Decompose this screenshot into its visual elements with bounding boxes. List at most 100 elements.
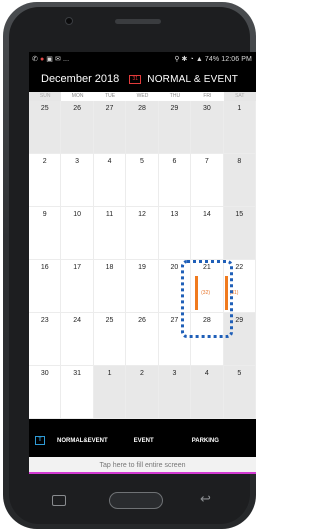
day-cell[interactable]: 26 bbox=[61, 101, 94, 154]
calendar-icon[interactable]: 31 bbox=[129, 74, 142, 84]
day-number: 2 bbox=[42, 158, 47, 165]
day-number: 3 bbox=[172, 370, 177, 377]
day-cell[interactable]: 21 (32) bbox=[191, 260, 224, 313]
day-cell[interactable]: 28 bbox=[191, 313, 224, 366]
day-cell[interactable]: 29 bbox=[158, 101, 192, 154]
home-button[interactable] bbox=[109, 492, 163, 509]
back-icon[interactable]: ↩ bbox=[200, 491, 216, 507]
day-number: 13 bbox=[170, 211, 179, 218]
day-cell[interactable]: 3 bbox=[61, 154, 94, 207]
tab-event[interactable]: EVENT bbox=[134, 438, 154, 444]
day-cell[interactable]: 2 bbox=[126, 366, 159, 419]
day-number: 3 bbox=[75, 158, 80, 165]
event-count: (31) bbox=[229, 290, 239, 296]
day-cell[interactable]: 5 bbox=[126, 154, 159, 207]
day-number: 22 bbox=[235, 264, 244, 271]
screen: ✆ ● ▣ ✉ ... ⚲ ✱ ◔ ▲ 74% 12:06 PM Decembe… bbox=[29, 52, 256, 457]
calendar-grid: 25 26 27 28 29 30 1 2 3 4 5 6 7 8 9 10 11 12 13 14 15 16 17 18 1… bbox=[29, 101, 256, 419]
notification-icon: ● bbox=[39, 55, 45, 63]
day-number: 14 bbox=[202, 211, 211, 218]
day-number: 10 bbox=[73, 211, 82, 218]
day-number: 15 bbox=[235, 211, 244, 218]
day-cell[interactable]: 29 bbox=[223, 313, 256, 366]
day-number: 20 bbox=[170, 264, 179, 271]
day-number: 25 bbox=[40, 105, 49, 112]
day-number: 16 bbox=[40, 264, 49, 271]
whatsapp-icon: ✆ bbox=[32, 55, 38, 63]
day-cell[interactable]: 31 bbox=[61, 366, 94, 419]
day-number: 27 bbox=[170, 317, 179, 324]
day-cell[interactable]: 15 bbox=[223, 207, 256, 260]
day-cell[interactable]: 4 bbox=[93, 154, 127, 207]
location-icon: ⚲ bbox=[174, 55, 180, 63]
day-cell[interactable]: 3 bbox=[158, 366, 192, 419]
weekday-wed: WED bbox=[136, 93, 149, 99]
day-number: 29 bbox=[170, 105, 179, 112]
event-count: (32) bbox=[201, 290, 211, 296]
day-number: 27 bbox=[105, 105, 114, 112]
status-right: ⚲ ✱ ◔ ▲ 74% 12:06 PM bbox=[174, 56, 252, 63]
day-number: 30 bbox=[202, 105, 211, 112]
day-number: 12 bbox=[138, 211, 146, 218]
day-cell[interactable]: 30 bbox=[29, 366, 62, 419]
day-number: 11 bbox=[105, 211, 114, 218]
recent-apps-icon[interactable] bbox=[52, 495, 66, 506]
day-cell[interactable]: 1 bbox=[93, 366, 127, 419]
day-cell[interactable]: 24 bbox=[61, 313, 94, 366]
day-cell[interactable]: 8 bbox=[223, 154, 256, 207]
status-icons-left: ✆ ● ▣ ✉ ... bbox=[32, 56, 69, 63]
day-cell[interactable]: 28 bbox=[126, 101, 159, 154]
day-cell[interactable]: 4 bbox=[191, 366, 224, 419]
bluetooth-icon: ✱ bbox=[181, 55, 188, 63]
tab-parking[interactable]: PARKING bbox=[192, 438, 219, 444]
status-more: ... bbox=[62, 55, 70, 63]
weekday-tue: TUE bbox=[105, 93, 116, 99]
day-cell[interactable]: 18 bbox=[93, 260, 127, 313]
day-cell[interactable]: 22 (31) bbox=[223, 260, 256, 313]
day-number: 5 bbox=[237, 370, 242, 377]
day-cell[interactable]: 16 bbox=[29, 260, 62, 313]
day-number: 18 bbox=[105, 264, 114, 271]
day-number: 28 bbox=[138, 105, 146, 112]
day-number: 28 bbox=[202, 317, 211, 324]
month-title[interactable]: December 2018 bbox=[41, 73, 119, 85]
text-mode-icon[interactable]: T bbox=[35, 436, 45, 445]
day-cell[interactable]: 19 bbox=[126, 260, 159, 313]
day-number: 26 bbox=[73, 105, 82, 112]
day-number: 19 bbox=[138, 264, 146, 271]
calendar-mode[interactable]: NORMAL & EVENT bbox=[147, 74, 238, 85]
day-cell[interactable]: 6 bbox=[158, 154, 192, 207]
weekday-mon: MON bbox=[71, 93, 84, 99]
day-cell[interactable]: 11 bbox=[93, 207, 127, 260]
weekday-sun: SUN bbox=[29, 92, 62, 101]
day-cell[interactable]: 13 bbox=[158, 207, 192, 260]
day-number: 29 bbox=[235, 317, 244, 324]
day-cell[interactable]: 27 bbox=[93, 101, 127, 154]
day-cell[interactable]: 30 bbox=[191, 101, 224, 154]
day-cell[interactable]: 14 bbox=[191, 207, 224, 260]
fill-screen-hint[interactable]: Tap here to fill entire screen bbox=[29, 457, 256, 474]
tab-normal-event[interactable]: NORMAL&EVENT bbox=[57, 438, 108, 444]
day-cell[interactable]: 27 bbox=[158, 313, 192, 366]
day-cell[interactable]: 12 bbox=[126, 207, 159, 260]
day-cell[interactable]: 9 bbox=[29, 207, 62, 260]
day-cell[interactable]: 20 bbox=[158, 260, 192, 313]
day-cell[interactable]: 25 bbox=[93, 313, 127, 366]
day-cell[interactable]: 10 bbox=[61, 207, 94, 260]
weekday-sat: SAT bbox=[223, 92, 256, 101]
day-cell[interactable]: 23 bbox=[29, 313, 62, 366]
day-number: 2 bbox=[140, 370, 144, 377]
weekday-header: SUN MON TUE WED THU FRI SAT bbox=[29, 92, 256, 101]
day-cell[interactable]: 1 bbox=[223, 101, 256, 154]
day-cell[interactable]: 2 bbox=[29, 154, 62, 207]
day-number: 30 bbox=[40, 370, 49, 377]
day-cell[interactable]: 26 bbox=[126, 313, 159, 366]
weekday-thu: THU bbox=[169, 93, 181, 99]
day-cell[interactable]: 25 bbox=[29, 101, 62, 154]
day-cell[interactable]: 5 bbox=[223, 366, 256, 419]
day-cell[interactable]: 7 bbox=[191, 154, 224, 207]
day-number: 9 bbox=[42, 211, 47, 218]
day-number: 25 bbox=[105, 317, 114, 324]
day-cell[interactable]: 17 bbox=[61, 260, 94, 313]
day-number: 4 bbox=[107, 158, 112, 165]
